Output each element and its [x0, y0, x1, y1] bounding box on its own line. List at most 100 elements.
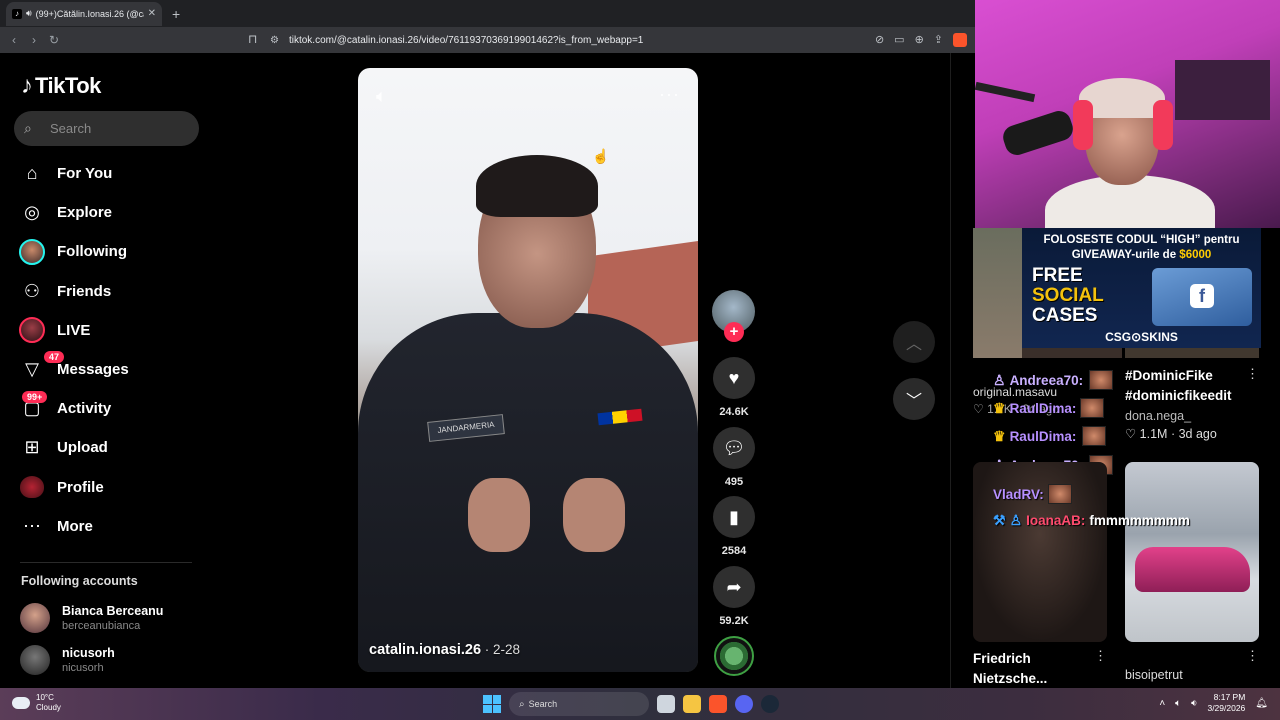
share-count: 59.2K — [719, 615, 749, 627]
forward-icon[interactable]: › — [24, 33, 44, 47]
bookmark-icon[interactable]: ⊓ — [248, 32, 257, 46]
speaker-icon[interactable]: 🔈︎ — [1175, 698, 1181, 709]
music-disc-icon[interactable] — [714, 636, 754, 676]
compass-icon: ◎ — [24, 202, 40, 223]
taskbar-apps: ⌕ Search — [483, 692, 779, 716]
speaker-icon[interactable]: 🔉︎ — [1191, 698, 1197, 709]
clock-time: 8:17 PM — [1213, 692, 1246, 702]
more-options-icon[interactable]: ⋮ — [1246, 366, 1259, 382]
browser-tab-bar: ♪ 🔊︎ (99+)Cătălin.Ionasi.26 (@cata ✕ + — [0, 0, 975, 27]
feed-title[interactable]: Friedrich — [973, 651, 1031, 666]
weather-text: Cloudy — [36, 703, 61, 712]
feed-author[interactable]: dona.nega_ — [1125, 409, 1191, 423]
browser-tab[interactable]: ♪ 🔊︎ (99+)Cătălin.Ionasi.26 (@cata ✕ — [6, 1, 162, 26]
emote-icon — [1089, 370, 1114, 390]
task-view-icon[interactable] — [657, 695, 675, 713]
feed-title[interactable]: #DominicFike — [1125, 368, 1213, 383]
feed-title[interactable]: Nietzsche... — [973, 671, 1047, 686]
badge-icon: ♙ — [1009, 512, 1023, 528]
previous-video-button[interactable]: ︿ — [893, 321, 935, 363]
feed-thumbnail — [973, 228, 1022, 358]
site-settings-icon[interactable]: ⚙ — [270, 35, 279, 46]
streamer-webcam — [975, 0, 1280, 228]
feed-title[interactable]: #dominicfikeedit — [1125, 388, 1232, 403]
chevron-up-icon: ︿ — [905, 336, 922, 353]
video-player[interactable]: JANDARMERIA 🔈︎ ··· ☝ catalin.ionasi.26 ·… — [358, 68, 698, 672]
share-arrow-icon: ➦ — [713, 566, 755, 608]
search-icon: ⌕ — [24, 120, 32, 136]
chat-user: IoanaAB: — [1026, 513, 1086, 528]
clock-date: 3/29/2026 — [1207, 703, 1246, 713]
account-name: Bianca Berceanu — [62, 604, 164, 618]
discord-icon[interactable] — [735, 695, 753, 713]
account-name: nicusorh — [62, 646, 115, 660]
translate-icon[interactable]: ⊘ — [875, 33, 884, 47]
file-explorer-icon[interactable] — [683, 695, 701, 713]
weather-widget[interactable]: 10°C Cloudy — [12, 693, 61, 713]
sidebar-item-explore[interactable]: ◎ Explore — [16, 193, 196, 232]
sidebar-item-messages[interactable]: ▽ 47 Messages — [16, 350, 196, 389]
promo-cases: CASES — [1032, 305, 1098, 326]
windows-start-icon[interactable] — [483, 695, 501, 713]
like-button[interactable]: ♥ 24.6K — [711, 357, 757, 418]
sidebar-item-label: Profile — [57, 478, 104, 496]
more-options-icon[interactable]: ⋮ — [1246, 648, 1259, 664]
sidebar-item-activity[interactable]: ▢ 99+ Activity — [16, 389, 196, 428]
promo-amount: $6000 — [1179, 249, 1212, 261]
cloud-icon — [12, 697, 30, 709]
feed-author[interactable]: bisoipetrut — [1125, 668, 1183, 682]
comment-button[interactable]: 💬︎ 495 — [711, 427, 757, 488]
sidebar-item-friends[interactable]: ⚇ Friends — [16, 272, 196, 311]
feed-thumbnail — [1022, 348, 1122, 358]
tiktok-note-icon: ♪ — [21, 72, 33, 99]
taskbar-search[interactable]: ⌕ Search — [509, 692, 649, 716]
system-tray: ˄ 🔈︎ 🔉︎ 8:17 PM 3/29/2026 🔔︎ — [1159, 692, 1268, 714]
sidebar-item-more[interactable]: ⋯ More — [16, 507, 196, 546]
steam-icon[interactable] — [761, 695, 779, 713]
chevron-up-icon[interactable]: ˄ — [1159, 698, 1165, 709]
search-icon: ⌕ — [519, 698, 525, 710]
sidebar-item-following[interactable]: Following — [16, 232, 196, 271]
url-text: tiktok.com/@catalin.ionasi.26/video/7611… — [288, 34, 644, 46]
next-video-button[interactable]: ﹀ — [893, 378, 935, 420]
column-divider — [950, 53, 951, 688]
save-button[interactable]: ▮ 2584 — [711, 496, 757, 557]
zoom-icon[interactable]: ⊕ — [915, 33, 924, 47]
share-button[interactable]: ➦ 59.2K — [711, 566, 757, 627]
brave-shield-icon[interactable] — [953, 33, 967, 47]
volume-icon[interactable]: 🔈︎ — [376, 86, 387, 107]
back-icon[interactable]: ‹ — [4, 33, 24, 47]
case-image: f — [1152, 268, 1252, 326]
close-tab-icon[interactable]: ✕ — [148, 8, 156, 19]
search-box[interactable]: ⌕ — [14, 111, 199, 146]
share-icon[interactable]: ⇪ — [934, 33, 943, 47]
sidebar-item-live[interactable]: LIVE — [16, 311, 196, 350]
brave-browser-icon[interactable] — [709, 695, 727, 713]
following-account[interactable]: Bianca Berceanu berceanubianca — [20, 603, 163, 633]
clock[interactable]: 8:17 PM 3/29/2026 — [1207, 692, 1245, 714]
cast-icon[interactable]: ▭ — [894, 33, 904, 47]
sidebar-item-upload[interactable]: ⊞ Upload — [16, 428, 196, 467]
reload-icon[interactable]: ↻ — [44, 33, 64, 47]
tiktok-logo[interactable]: ♪ TikTok — [21, 72, 101, 100]
browser-toolbar: ⊘ ▭ ⊕ ⇪ — [875, 33, 967, 47]
speaker-icon[interactable]: 🔊︎ — [26, 8, 32, 19]
notification-bell-icon[interactable]: 🔔︎ — [1255, 698, 1268, 709]
more-options-icon[interactable]: ⋮ — [1094, 648, 1107, 664]
new-tab-icon[interactable]: + — [172, 6, 180, 22]
feed-thumbnail — [1125, 348, 1259, 358]
sidebar-item-for-you[interactable]: ⌂ For You — [16, 154, 196, 193]
sidebar-item-label: More — [57, 517, 93, 535]
search-input[interactable] — [50, 121, 190, 136]
tab-title: (99+)Cătălin.Ionasi.26 (@cata — [35, 8, 144, 19]
follow-plus-icon[interactable]: + — [724, 322, 744, 342]
video-options-icon[interactable]: ··· — [659, 84, 680, 105]
url-field[interactable]: ⚙ tiktok.com/@catalin.ionasi.26/video/76… — [270, 30, 970, 50]
badge-icon: ♙ — [993, 371, 1006, 388]
following-account[interactable]: nicusorh nicusorh — [20, 645, 115, 675]
comment-count: 495 — [724, 476, 744, 488]
feed-card[interactable] — [1125, 462, 1259, 642]
sidebar-item-profile[interactable]: Profile — [16, 468, 196, 507]
video-subject: JANDARMERIA — [358, 155, 698, 672]
video-author[interactable]: catalin.ionasi.26 — [369, 642, 481, 658]
